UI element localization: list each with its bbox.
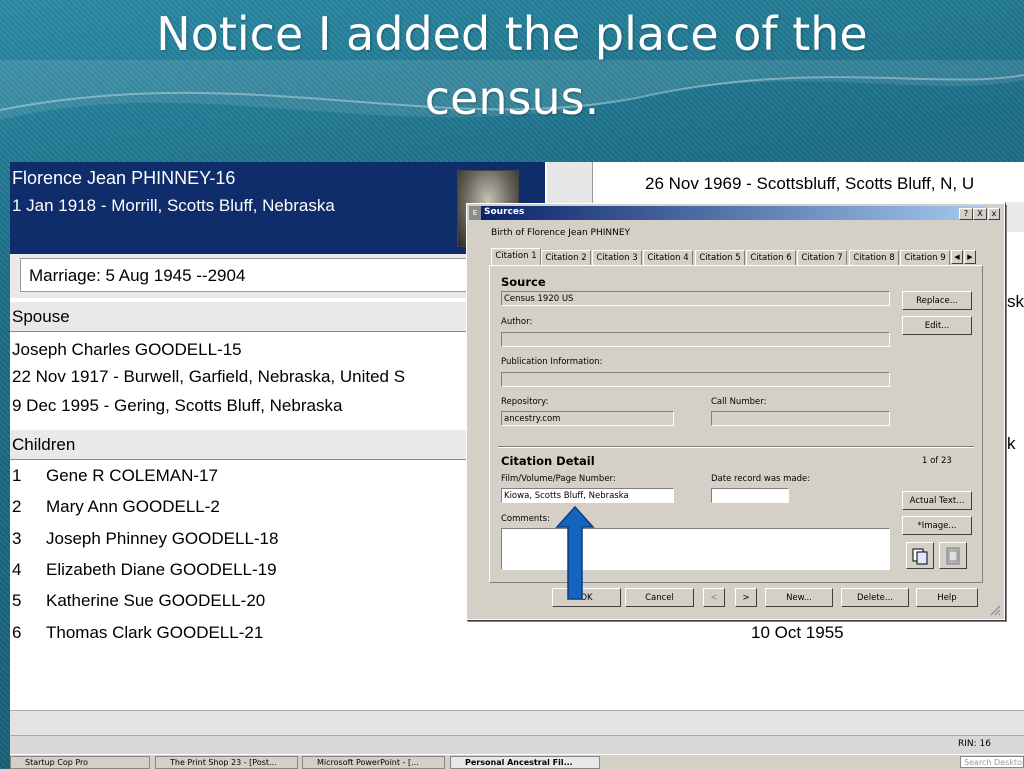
children-heading: Children [10,430,480,460]
background-close-icon[interactable]: x [988,208,1000,220]
tab-citation-1[interactable]: Citation 1 [491,248,541,266]
author-label: Author: [501,317,533,327]
image-button[interactable]: *Image... [902,516,972,535]
source-heading: Source [501,275,546,289]
child-row[interactable]: 4 Elizabeth Diane GOODELL-19 [12,560,277,580]
right-person-event: 26 Nov 1969 - Scottsbluff, Scotts Bluff,… [645,174,975,193]
rin-indicator: RIN: 16 [958,739,991,749]
call-number-field[interactable] [711,411,890,426]
child-name: Gene R COLEMAN-17 [46,466,218,485]
child-name: Joseph Phinney GOODELL-18 [46,529,279,548]
child-name: Thomas Clark GOODELL-21 [46,623,264,642]
child-number: 5 [12,591,22,610]
citation-detail-heading: Citation Detail [501,454,595,468]
child-row[interactable]: 6 Thomas Clark GOODELL-21 [12,623,263,643]
child-date: 10 Oct 1955 [751,623,844,642]
actual-text-button[interactable]: Actual Text... [902,491,972,510]
source-field[interactable]: Census 1920 US [501,291,890,306]
date-record-field[interactable] [711,488,789,503]
tab-citation-2[interactable]: Citation 2 [541,250,591,265]
status-bar-secondary: RIN: 16 [10,735,1024,755]
child-number: 2 [12,497,22,516]
author-field[interactable] [501,332,890,347]
copy-icon[interactable] [906,542,934,569]
person-name: Florence Jean PHINNEY-16 [12,168,236,188]
sources-dialog: E Sources ? X x Birth of Florence Jean P… [466,203,1005,620]
tab-citation-6[interactable]: Citation 6 [746,250,796,265]
tab-citation-9[interactable]: Citation 9 [900,250,950,265]
close-icon-button[interactable]: X [973,208,987,220]
dialog-titlebar[interactable]: Sources ? X [481,206,987,220]
edit-button[interactable]: Edit... [902,316,972,335]
right-fragment-2: k [1007,434,1016,453]
paste-icon[interactable] [939,542,967,569]
right-fragment-1: sk [1007,292,1024,311]
cancel-button[interactable]: Cancel [625,588,694,607]
desktop-search-input[interactable]: Search Desktop [960,756,1024,768]
right-person-panel[interactable]: 26 Nov 1969 - Scottsbluff, Scotts Bluff,… [640,162,1024,202]
child-number: 6 [12,623,22,642]
child-row[interactable]: 5 Katherine Sue GOODELL-20 [12,591,265,611]
tab-citation-4[interactable]: Citation 4 [643,250,693,265]
delete-button[interactable]: Delete... [841,588,909,607]
publication-info-field[interactable] [501,372,890,387]
taskbar-item[interactable]: Startup Cop Pro [10,756,150,769]
help-button[interactable]: Help [916,588,978,607]
event-description: Birth of Florence Jean PHINNEY [491,228,631,238]
prev-button[interactable]: < [703,588,725,607]
child-number: 4 [12,560,22,579]
film-page-field[interactable]: Kiowa, Scotts Bluff, Nebraska [501,488,674,503]
primary-person-panel[interactable]: Florence Jean PHINNEY-16 1 Jan 1918 - Mo… [10,162,545,254]
spouse-name[interactable]: Joseph Charles GOODELL-15 [12,340,242,360]
slide-title-line-2: census. [424,71,600,125]
film-page-label: Film/Volume/Page Number: [501,474,616,484]
repository-label: Repository: [501,397,549,407]
resize-grip-icon[interactable] [989,604,1001,616]
taskbar-item-active[interactable]: Personal Ancestral Fil... [450,756,600,769]
child-name: Mary Ann GOODELL-2 [46,497,220,516]
repository-field[interactable]: ancestry.com [501,411,674,426]
comments-label: Comments: [501,514,550,524]
child-number: 1 [12,466,22,485]
tab-scroll-left-icon[interactable]: ◀ [951,250,963,264]
marriage-field[interactable]: Marriage: 5 Aug 1945 --2904 [20,258,475,292]
replace-button[interactable]: Replace... [902,291,972,310]
dialog-title: Sources [484,207,525,217]
call-number-label: Call Number: [711,397,767,407]
status-bar [10,710,1024,736]
annotation-up-arrow-icon [555,505,595,600]
child-row[interactable]: 3 Joseph Phinney GOODELL-18 [12,529,278,549]
help-icon-button[interactable]: ? [959,208,973,220]
publication-info-label: Publication Information: [501,357,603,367]
slide-title-line-1: Notice I added the place of the [156,7,868,61]
spouse-death: 9 Dec 1995 - Gering, Scotts Bluff, Nebra… [12,396,343,415]
taskbar-item[interactable]: Microsoft PowerPoint - [... [302,756,445,769]
person-birth: 1 Jan 1918 - Morrill, Scotts Bluff, Nebr… [12,196,335,215]
tab-citation-8[interactable]: Citation 8 [849,250,899,265]
tab-citation-7[interactable]: Citation 7 [797,250,847,265]
child-row[interactable]: 1 Gene R COLEMAN-17 [12,466,218,486]
windows-taskbar: Startup Cop Pro The Print Shop 23 - [Pos… [10,754,1024,769]
citation-count: 1 of 23 [922,456,952,466]
right-side-bar [1005,202,1024,232]
child-number: 3 [12,529,22,548]
window-edge-icon: E [469,206,481,220]
right-side-fragment: sk k [1005,234,1024,453]
new-button[interactable]: New... [765,588,833,607]
section-separator [498,446,974,448]
child-row[interactable]: 2 Mary Ann GOODELL-2 [12,497,220,517]
tab-scroll-right-icon[interactable]: ▶ [964,250,976,264]
spouse-heading: Spouse [10,302,480,332]
child-name: Katherine Sue GOODELL-20 [46,591,266,610]
next-button[interactable]: > [735,588,757,607]
slide-title: Notice I added the place of the census. [0,2,1024,130]
taskbar-item[interactable]: The Print Shop 23 - [Post... [155,756,298,769]
citation-tabs: Citation 1 Citation 2 Citation 3 Citatio… [491,248,986,266]
tab-citation-3[interactable]: Citation 3 [592,250,642,265]
tab-citation-5[interactable]: Citation 5 [695,250,745,265]
child-name: Elizabeth Diane GOODELL-19 [46,560,277,579]
date-record-label: Date record was made: [711,474,811,484]
spouse-birth: 22 Nov 1917 - Burwell, Garfield, Nebrask… [12,367,406,386]
marriage-row: Marriage: 5 Aug 1945 --2904 [10,254,480,298]
